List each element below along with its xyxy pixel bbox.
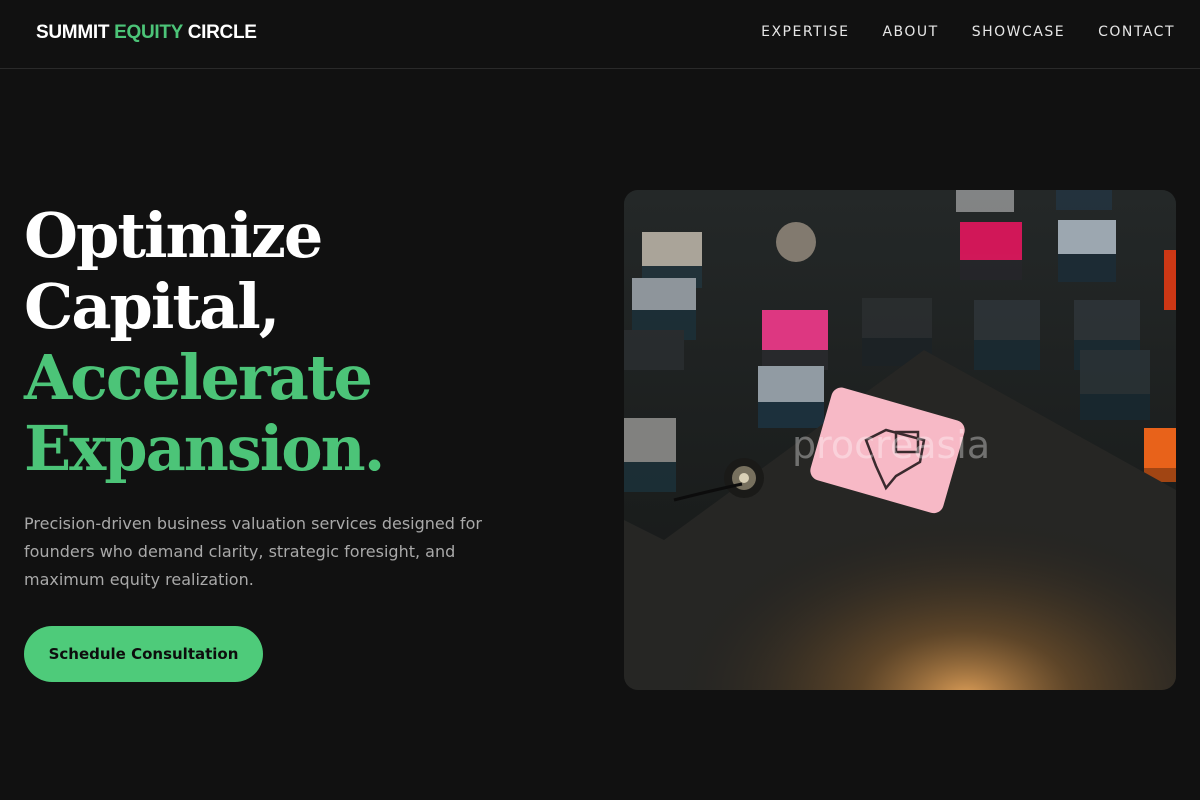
- image-watermark: procreasia: [792, 423, 990, 467]
- main-nav: EXPERTISE ABOUT SHOWCASE CONTACT: [728, 24, 1175, 40]
- logo[interactable]: SUMMIT EQUITY CIRCLE: [36, 22, 257, 44]
- headline-line-accelerate: Accelerate: [24, 341, 373, 414]
- logo-text-equity: EQUITY: [114, 22, 183, 43]
- hero-headline: Optimize Capital, Accelerate Expansion.: [24, 200, 544, 484]
- schedule-consultation-button[interactable]: Schedule Consultation: [24, 626, 263, 682]
- hero-heading-block: Optimize Capital, Accelerate Expansion.: [24, 200, 544, 484]
- hero-image: procreasia: [624, 190, 1176, 690]
- hero-description: Precision-driven business valuation serv…: [24, 514, 482, 589]
- headline-line-capital: Capital,: [24, 270, 280, 343]
- nav-link-about[interactable]: ABOUT: [882, 24, 938, 40]
- nav-link-expertise[interactable]: EXPERTISE: [761, 24, 849, 40]
- site-header: SUMMIT EQUITY CIRCLE EXPERTISE ABOUT SHO…: [0, 0, 1200, 69]
- nav-link-showcase[interactable]: SHOWCASE: [972, 24, 1065, 40]
- headline-line-expansion: Expansion.: [24, 412, 385, 485]
- logo-text-summit: SUMMIT: [36, 22, 115, 43]
- nav-link-contact[interactable]: CONTACT: [1098, 24, 1175, 40]
- headline-line-optimize: Optimize: [24, 199, 323, 272]
- logo-text-circle: CIRCLE: [182, 22, 257, 43]
